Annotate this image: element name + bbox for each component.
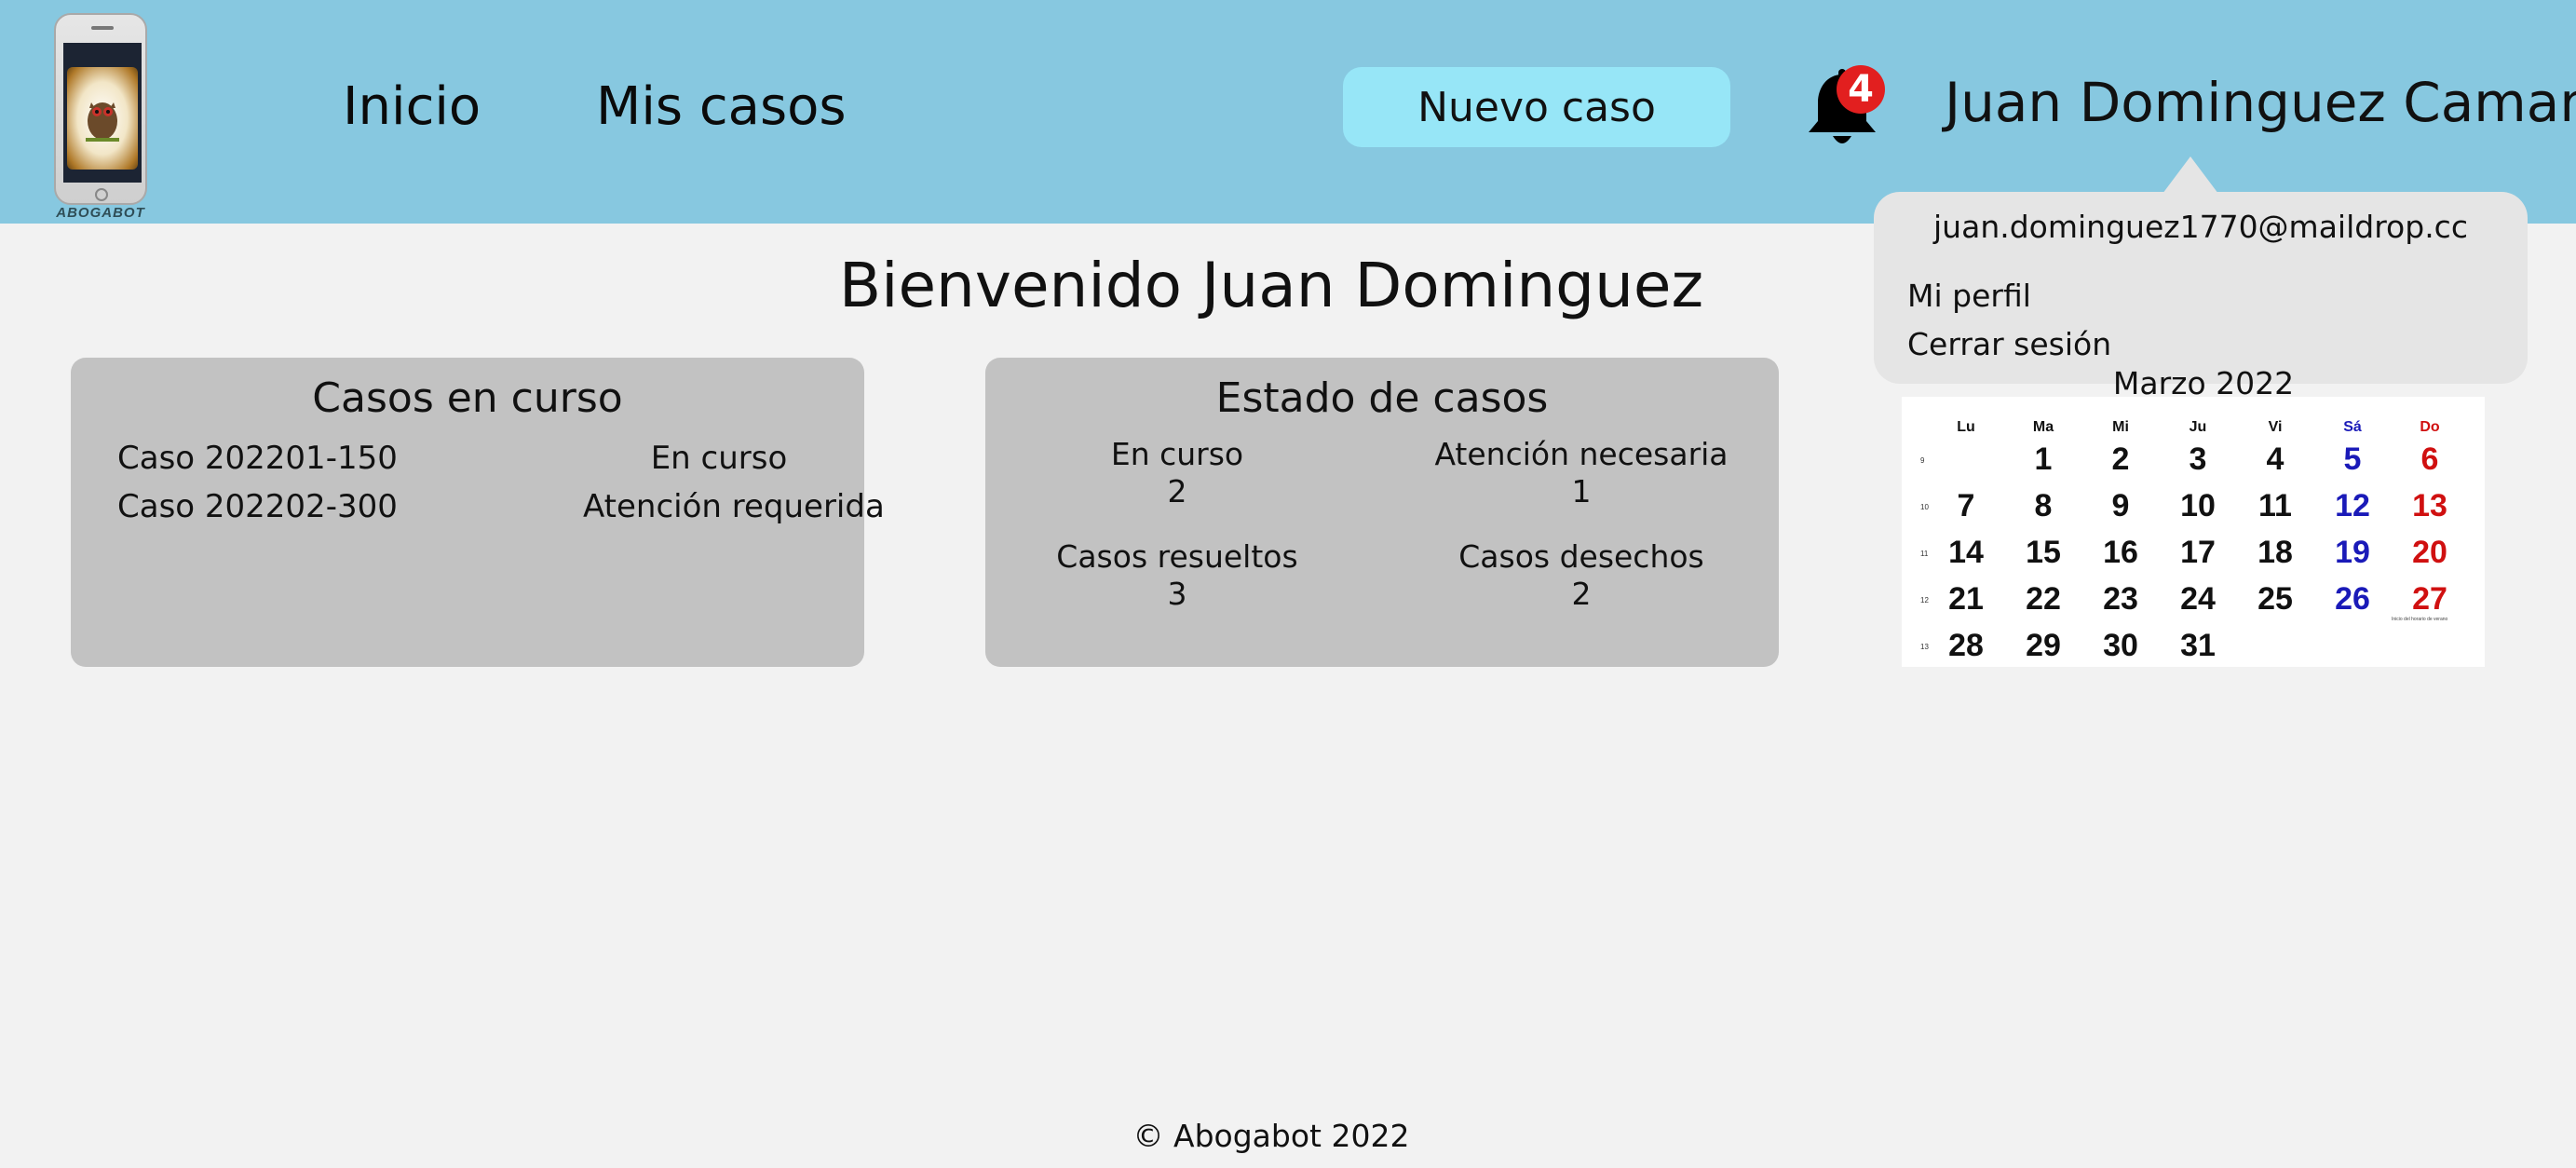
calendar-day[interactable]: 5 [2320, 441, 2385, 478]
stat-value: 2 [1571, 576, 1592, 612]
stat-label: Casos desechos [1458, 538, 1704, 575]
calendar-day[interactable]: 4 [2243, 441, 2308, 478]
menu-item-cerrar-sesion[interactable]: Cerrar sesión [1907, 326, 2111, 362]
phone-speaker [91, 26, 114, 30]
calendar-day[interactable]: 20 [2397, 535, 2462, 571]
stat-value: 2 [1167, 473, 1187, 509]
calendar-day[interactable]: 26 [2320, 581, 2385, 618]
case-status: En curso [650, 440, 788, 477]
stat-casos-resueltos: Casos resueltos 3 [985, 538, 1369, 613]
logo-text: ABOGABOT [56, 205, 145, 221]
calendar-weekday-header: Do [2420, 419, 2440, 435]
scroll-icon [67, 67, 138, 170]
calendar-day[interactable]: 17 [2165, 535, 2230, 571]
calendar-week-number: 9 [1920, 456, 1925, 465]
nav-inicio[interactable]: Inicio [343, 76, 481, 137]
stat-label: En curso [1110, 436, 1244, 472]
case-row[interactable]: Caso 202201-150 En curso [117, 440, 853, 482]
calendar-day[interactable]: 23 [2088, 581, 2153, 618]
calendar-weekday-header: Vi [2268, 419, 2283, 435]
case-status: Atención requerida [583, 488, 885, 525]
calendar-day[interactable]: 1 [2011, 441, 2076, 478]
calendar-weekday-header: Sá [2343, 419, 2362, 435]
calendar-day[interactable]: 21 [1933, 581, 1999, 618]
calendar-day[interactable]: 28 [1933, 628, 1999, 664]
calendar-day[interactable]: 15 [2011, 535, 2076, 571]
calendar-day[interactable]: 6 [2397, 441, 2462, 478]
case-id: Caso 202202-300 [117, 488, 398, 525]
calendar-day[interactable]: 18 [2243, 535, 2308, 571]
calendar-day[interactable]: 13 [2397, 488, 2462, 524]
calendar-day[interactable]: 11 [2243, 488, 2308, 524]
case-id: Caso 202201-150 [117, 440, 398, 477]
calendar-day[interactable]: 7 [1933, 488, 1999, 524]
stat-label: Casos resueltos [1056, 538, 1298, 575]
phone-screen [63, 43, 142, 183]
calendar-weekday-header: Lu [1957, 419, 1975, 435]
abogabot-logo[interactable]: ABOGABOT [54, 13, 147, 221]
calendar-weekday-header: Ma [2032, 419, 2054, 435]
calendar-day[interactable]: 10 [2165, 488, 2230, 524]
calendar-day[interactable]: 30 [2088, 628, 2153, 664]
card-title: Estado de casos [1215, 374, 1549, 422]
calendar-day[interactable]: 27 [2397, 581, 2462, 618]
case-status-card: Estado de casos En curso 2 Atención nece… [985, 358, 1779, 667]
user-email: juan.dominguez1770@maildrop.cc [1933, 209, 2468, 245]
calendar-weekday-header: Mi [2112, 419, 2129, 435]
user-menu-toggle[interactable]: Juan Dominguez Camaney [1945, 71, 2576, 134]
stat-value: 1 [1571, 473, 1592, 509]
stat-atencion-necesaria: Atención necesaria 1 [1386, 436, 1777, 510]
stat-en-curso: En curso 2 [985, 436, 1369, 510]
dropdown-arrow [2162, 156, 2218, 194]
stat-label: Atención necesaria [1434, 436, 1729, 472]
calendar-day[interactable]: 29 [2011, 628, 2076, 664]
nav-mis-casos[interactable]: Mis casos [596, 76, 847, 137]
calendar-day[interactable]: 22 [2011, 581, 2076, 618]
phone-icon [54, 13, 147, 205]
notification-count-badge: 4 [1837, 65, 1885, 114]
cases-in-progress-card: Casos en curso Caso 202201-150 En curso … [71, 358, 885, 667]
calendar-day[interactable]: 14 [1933, 535, 1999, 571]
calendar-day[interactable]: 31 [2165, 628, 2230, 664]
footer-copyright: © Abogabot 2022 [1132, 1118, 1410, 1154]
calendar-day[interactable]: 9 [2088, 488, 2153, 524]
calendar-widget: Inicio del horario de verano Lu Ma Mi Ju Vi S… [1902, 397, 2485, 667]
card-title: Casos en curso [312, 374, 623, 422]
stat-casos-desechos: Casos desechos 2 [1386, 538, 1777, 613]
phone-home-button [95, 188, 108, 201]
calendar-day[interactable]: 24 [2165, 581, 2230, 618]
stat-value: 3 [1167, 576, 1187, 612]
calendar-day[interactable]: 19 [2320, 535, 2385, 571]
calendar-weekday-header: Ju [2189, 419, 2207, 435]
calendar-day[interactable]: 8 [2011, 488, 2076, 524]
case-row[interactable]: Caso 202202-300 Atención requerida [117, 488, 885, 531]
calendar-day[interactable]: 3 [2165, 441, 2230, 478]
calendar-day[interactable]: 2 [2088, 441, 2153, 478]
owl-icon [86, 102, 119, 142]
calendar-day[interactable]: 25 [2243, 581, 2308, 618]
calendar-day[interactable]: 12 [2320, 488, 2385, 524]
new-case-button[interactable]: Nuevo caso [1343, 67, 1730, 147]
welcome-heading: Bienvenido Juan Dominguez [838, 250, 1704, 321]
calendar-day[interactable]: 16 [2088, 535, 2153, 571]
